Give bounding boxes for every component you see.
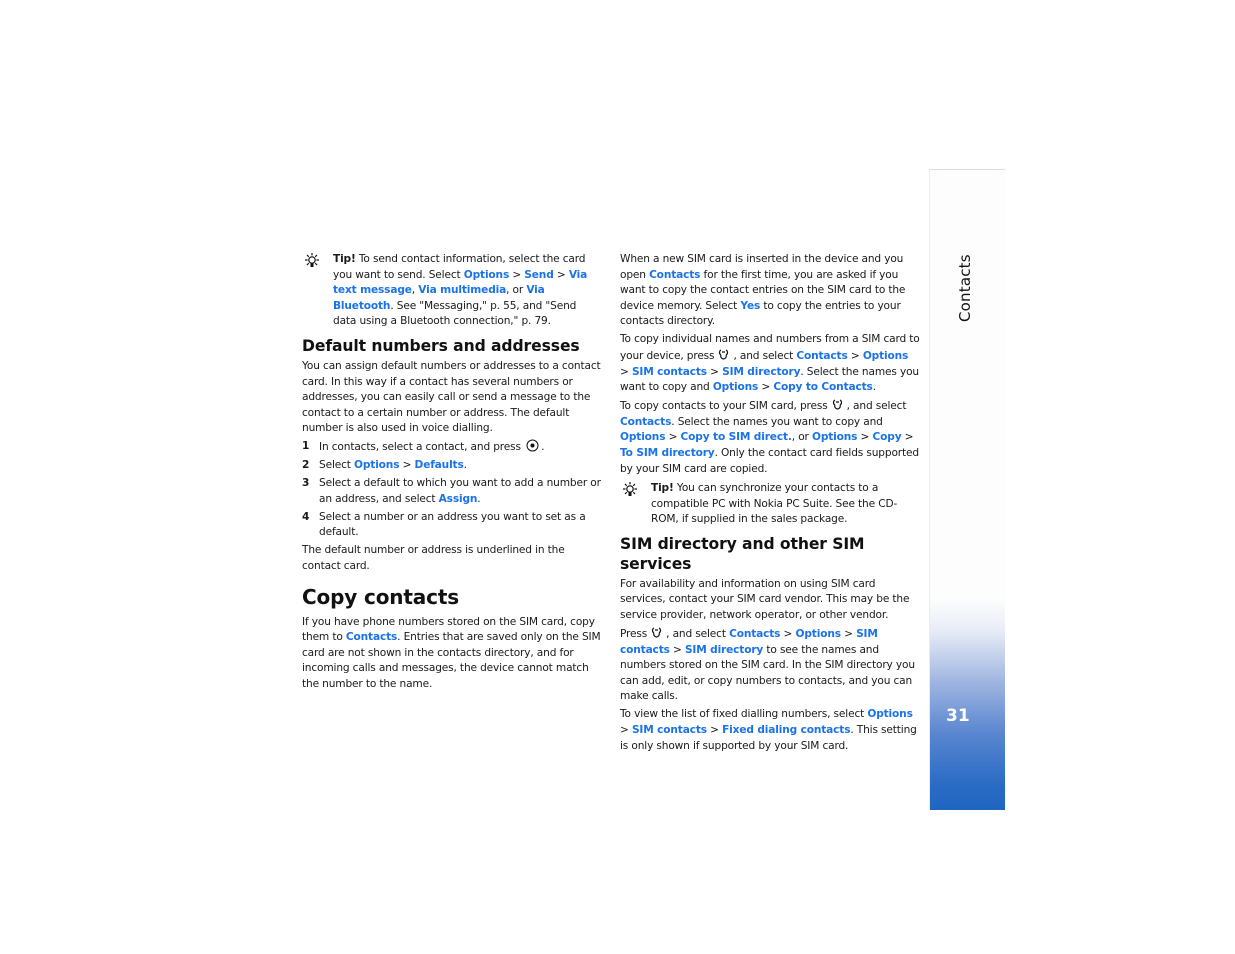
text: You can synchronize your contacts to a c…	[651, 482, 898, 526]
link-options[interactable]: Options	[812, 431, 858, 443]
link-sim-directory[interactable]: SIM directory	[685, 644, 763, 656]
copy-paragraph: If you have phone numbers stored on the …	[302, 615, 602, 693]
link-send[interactable]: Send	[524, 269, 553, 281]
tip-send-contact: Tip! To send contact information, select…	[302, 252, 602, 330]
text: Select a number or an address you want t…	[319, 510, 586, 539]
lightbulb-icon	[305, 253, 319, 267]
heading-default-numbers: Default numbers and addresses	[302, 336, 580, 355]
left-column: Tip! To send contact information, select…	[302, 252, 602, 695]
text: .	[872, 381, 876, 394]
text: , and select	[733, 349, 797, 362]
text: >	[901, 431, 914, 444]
text: , or	[506, 284, 527, 297]
link-options[interactable]: Options	[713, 381, 759, 393]
text: >	[620, 724, 632, 736]
link-sim-directory[interactable]: SIM directory	[722, 366, 800, 378]
step-number: 2	[302, 459, 310, 472]
heading-sim-directory: SIM directory and other SIM services	[620, 534, 865, 573]
link-copy[interactable]: Copy	[873, 431, 902, 443]
step-1: 1 In contacts, select a contact, and pre…	[302, 439, 602, 456]
link-contacts[interactable]: Contacts	[729, 628, 780, 640]
text: Select	[319, 459, 354, 472]
link-sim-contacts[interactable]: SIM contacts	[632, 366, 707, 378]
scroll-key-icon	[526, 439, 539, 452]
text: >	[758, 381, 774, 394]
text: >	[847, 349, 863, 362]
text: >	[399, 459, 415, 472]
link-assign[interactable]: Assign	[439, 493, 478, 505]
step-3: 3 Select a default to which you want to …	[302, 476, 602, 507]
section-title: Contacts	[956, 254, 974, 322]
link-to-sim-directory[interactable]: To SIM directory	[620, 447, 715, 459]
default-intro: You can assign default numbers or addres…	[302, 359, 601, 435]
text: .	[477, 492, 481, 505]
link-options[interactable]: Options	[863, 350, 909, 362]
text: .	[541, 441, 545, 454]
lightbulb-icon	[623, 482, 637, 497]
text: >	[706, 724, 723, 736]
page-number: 31	[946, 706, 970, 726]
link-defaults[interactable]: Defaults	[415, 459, 464, 471]
link-options[interactable]: Options	[867, 708, 913, 720]
text: >	[509, 268, 525, 281]
text: >	[665, 431, 681, 444]
link-contacts[interactable]: Contacts	[649, 269, 700, 281]
link-options[interactable]: Options	[354, 459, 400, 471]
step-number: 4	[302, 510, 310, 523]
text: >	[840, 628, 857, 641]
link-copy-to-sim-direct[interactable]: Copy to SIM direct.	[681, 431, 792, 443]
text: Press	[620, 628, 648, 641]
link-contacts[interactable]: Contacts	[620, 416, 671, 428]
step-number: 3	[302, 477, 310, 490]
link-via-multimedia[interactable]: Via multimedia	[418, 284, 506, 296]
step-2: 2 Select Options > Defaults.	[302, 458, 602, 474]
default-outro: The default number or address is underli…	[302, 544, 565, 573]
tip-label: Tip!	[651, 482, 674, 495]
copy-to-sim-paragraph: To copy contacts to your SIM card, press…	[620, 398, 920, 477]
link-yes[interactable]: Yes	[740, 300, 760, 312]
link-options[interactable]: Options	[796, 628, 842, 640]
right-column: When a new SIM card is inserted in the d…	[620, 252, 920, 757]
text: >	[553, 268, 569, 281]
menu-key-icon	[832, 399, 842, 410]
text: . Select the names you want to copy and	[671, 415, 883, 428]
tip-synchronize: Tip! You can synchronize your contacts t…	[620, 481, 920, 528]
text: >	[620, 365, 632, 378]
step-number: 1	[302, 440, 310, 453]
heading-copy-contacts: Copy contacts	[302, 584, 459, 609]
sim-services-paragraph: For availability and information on usin…	[620, 577, 910, 622]
step-4: 4 Select a number or an address you want…	[302, 510, 602, 541]
link-fixed-dialing-contacts[interactable]: Fixed dialing contacts	[722, 724, 850, 736]
text: , and select	[846, 400, 907, 413]
link-sim-contacts[interactable]: SIM contacts	[632, 724, 707, 736]
text: , and select	[666, 628, 730, 641]
tip-label: Tip!	[333, 253, 356, 265]
link-contacts[interactable]: Contacts	[346, 631, 397, 643]
text: .	[463, 459, 467, 472]
menu-key-icon	[719, 349, 729, 360]
link-copy-to-contacts[interactable]: Copy to Contacts	[773, 381, 872, 393]
link-options[interactable]: Options	[620, 431, 666, 443]
copy-from-sim-paragraph: To copy individual names and numbers fro…	[620, 332, 920, 395]
text: In contacts, select a contact, and press	[319, 441, 521, 454]
text: >	[669, 643, 685, 656]
sim-directory-paragraph: Press , and select Contacts > Options > S…	[620, 626, 920, 705]
fixed-dialling-paragraph: To view the list of fixed dialling numbe…	[620, 707, 920, 754]
text: >	[780, 628, 796, 641]
new-sim-paragraph: When a new SIM card is inserted in the d…	[620, 252, 920, 330]
link-contacts[interactable]: Contacts	[796, 350, 847, 362]
text: To copy contacts to your SIM card, press	[620, 400, 828, 413]
menu-key-icon	[652, 627, 662, 638]
text: , or	[791, 431, 812, 444]
text: >	[706, 365, 723, 378]
link-options[interactable]: Options	[464, 269, 510, 281]
text: To view the list of fixed dialling numbe…	[620, 708, 868, 721]
text: >	[857, 431, 873, 444]
